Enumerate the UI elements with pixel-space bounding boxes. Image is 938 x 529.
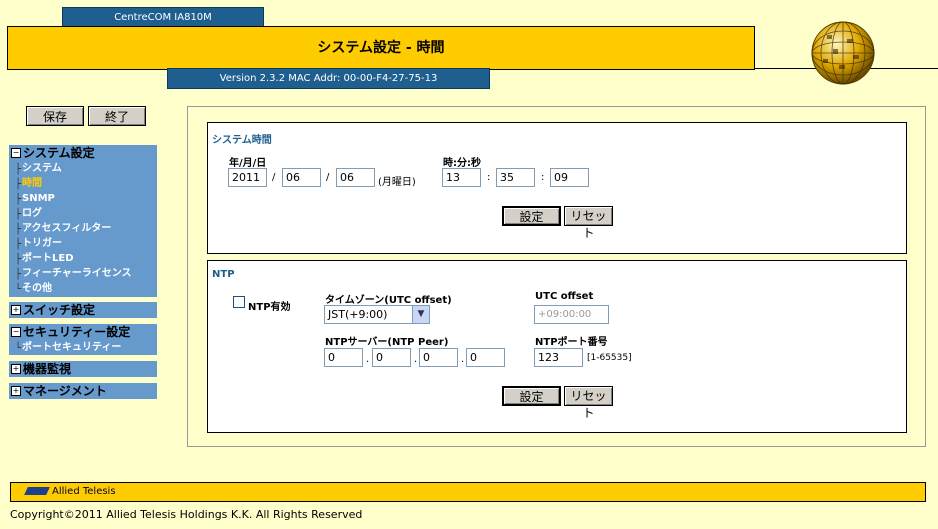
time-label: 時:分:秒 <box>443 158 481 169</box>
version-info: Version 2.3.2 MAC Addr: 00-00-F4-27-75-1… <box>167 68 490 89</box>
page-title: システム設定 - 時間 <box>7 26 755 70</box>
collapse-icon: − <box>11 148 21 158</box>
ip-dot: . <box>414 354 418 365</box>
nav-group-switch: + スイッチ設定 <box>9 302 157 318</box>
date-label: 年/月/日 <box>229 158 267 169</box>
date-sep: / <box>272 172 276 183</box>
utc-offset-field <box>534 305 609 324</box>
timezone-value: JST(+9:00) <box>328 308 388 321</box>
sidebar-item-port-led[interactable]: ├ ポートLED <box>9 251 157 266</box>
nav-head-switch[interactable]: + スイッチ設定 <box>9 302 157 318</box>
collapse-icon: − <box>11 327 21 337</box>
expand-icon: + <box>11 386 21 396</box>
sidebar-item-log[interactable]: ├ ログ <box>9 206 157 221</box>
ntp-title: NTP <box>212 269 235 280</box>
sidebar-item-time[interactable]: ├ 時間 <box>9 176 157 191</box>
ntp-port-input[interactable] <box>534 348 583 367</box>
globe-icon <box>811 21 875 85</box>
chevron-down-icon: ▼ <box>412 306 429 323</box>
ntp-port-label: NTPポート番号 <box>535 337 608 348</box>
sidebar-item-other[interactable]: └ その他 <box>9 281 157 296</box>
nav-group-management: + マネージメント <box>9 383 157 399</box>
hour-input[interactable] <box>442 168 481 187</box>
ntp-server-label: NTPサーバー(NTP Peer) <box>325 337 449 348</box>
nav-head-monitor[interactable]: + 機器監視 <box>9 361 157 377</box>
ntp-ip-octet-3[interactable] <box>419 348 458 367</box>
main-content: システム時間 年/月/日 / / (月曜日) 時:分:秒 : : 設定 リセット… <box>187 106 926 447</box>
month-input[interactable] <box>282 168 321 187</box>
timezone-select[interactable]: JST(+9:00) ▼ <box>324 305 430 324</box>
nav-head-label: セキュリティー設定 <box>23 325 131 339</box>
time-reset-button[interactable]: リセット <box>564 206 613 240</box>
exit-button[interactable]: 終了 <box>88 106 146 126</box>
ntp-reset-button[interactable]: リセット <box>564 386 613 420</box>
nav-head-label: マネージメント <box>23 384 107 398</box>
sidebar-item-feature-license[interactable]: ├ フィーチャーライセンス <box>9 266 157 281</box>
nav-group-system: − システム設定 ├ システム ├ 時間 ├ SNMP ├ ログ ├ アクセスフィルター … <box>9 145 157 297</box>
sidebar-item-system[interactable]: ├ システム <box>9 161 157 176</box>
minute-input[interactable] <box>496 168 535 187</box>
sidebar-item-access-filter[interactable]: ├ アクセスフィルター <box>9 221 157 236</box>
weekday-text: (月曜日) <box>378 177 416 188</box>
day-input[interactable] <box>336 168 375 187</box>
ip-dot: . <box>461 354 465 365</box>
footer-bar <box>10 482 926 502</box>
ntp-set-button[interactable]: 設定 <box>502 386 561 406</box>
time-set-button[interactable]: 設定 <box>502 206 561 226</box>
nav-head-system[interactable]: − システム設定 <box>9 145 157 161</box>
expand-icon: + <box>11 364 21 374</box>
sidebar-item-trigger[interactable]: ├ トリガー <box>9 236 157 251</box>
nav-group-security: − セキュリティー設定 └ ポートセキュリティー <box>9 324 157 355</box>
ntp-enable-checkbox[interactable] <box>233 296 245 308</box>
second-input[interactable] <box>550 168 589 187</box>
ntp-enable-label: NTP有効 <box>248 302 291 313</box>
time-sep: : <box>541 172 545 183</box>
ntp-ip-octet-2[interactable] <box>372 348 411 367</box>
nav-head-security[interactable]: − セキュリティー設定 <box>9 324 157 340</box>
model-name: CentreCOM IA810M <box>62 7 264 28</box>
logo-text: Allied Telesis <box>52 486 116 497</box>
copyright-text: Copyright©2011 Allied Telesis Holdings K… <box>10 508 363 521</box>
date-sep: / <box>326 172 330 183</box>
allied-telesis-logo: Allied Telesis <box>24 486 116 497</box>
timezone-label: タイムゾーン(UTC offset) <box>325 295 452 306</box>
ntp-panel: NTP NTP有効 タイムゾーン(UTC offset) JST(+9:00) … <box>207 260 907 433</box>
ntp-ip-octet-1[interactable] <box>324 348 363 367</box>
save-button[interactable]: 保存 <box>26 106 84 126</box>
nav-head-label: スイッチ設定 <box>23 303 96 317</box>
nav-group-monitor: + 機器監視 <box>9 361 157 377</box>
time-sep: : <box>487 172 491 183</box>
ip-dot: . <box>366 354 370 365</box>
logo-icon <box>24 487 50 495</box>
ntp-ip-octet-4[interactable] <box>466 348 505 367</box>
system-time-title: システム時間 <box>212 135 272 146</box>
nav-head-label: 機器監視 <box>23 362 72 376</box>
nav-head-management[interactable]: + マネージメント <box>9 383 157 399</box>
year-input[interactable] <box>228 168 267 187</box>
sidebar-item-port-security[interactable]: └ ポートセキュリティー <box>9 340 157 355</box>
expand-icon: + <box>11 305 21 315</box>
nav-head-label: システム設定 <box>23 146 95 160</box>
system-time-panel: システム時間 年/月/日 / / (月曜日) 時:分:秒 : : 設定 リセット <box>207 122 907 254</box>
sidebar-item-snmp[interactable]: ├ SNMP <box>9 191 157 206</box>
utc-offset-label: UTC offset <box>535 291 594 302</box>
port-range-text: [1-65535] <box>587 353 632 363</box>
